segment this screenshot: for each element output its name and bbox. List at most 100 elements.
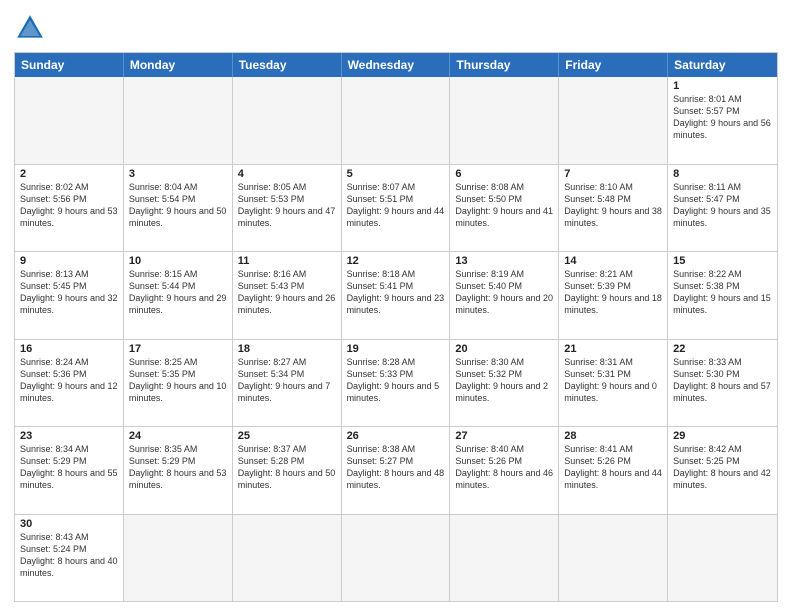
day-number: 25 [238, 430, 336, 442]
calendar-cell-r2-c4: 13Sunrise: 8:19 AM Sunset: 5:40 PM Dayli… [450, 252, 559, 339]
header [14, 12, 778, 44]
day-info: Sunrise: 8:25 AM Sunset: 5:35 PM Dayligh… [129, 356, 227, 405]
day-info: Sunrise: 8:40 AM Sunset: 5:26 PM Dayligh… [455, 443, 553, 492]
calendar-cell-r4-c6: 29Sunrise: 8:42 AM Sunset: 5:25 PM Dayli… [668, 427, 777, 514]
day-number: 10 [129, 255, 227, 267]
calendar-row-5: 30Sunrise: 8:43 AM Sunset: 5:24 PM Dayli… [15, 514, 777, 602]
calendar-cell-r2-c1: 10Sunrise: 8:15 AM Sunset: 5:44 PM Dayli… [124, 252, 233, 339]
weekday-header-friday: Friday [559, 53, 668, 77]
day-info: Sunrise: 8:08 AM Sunset: 5:50 PM Dayligh… [455, 181, 553, 230]
day-info: Sunrise: 8:13 AM Sunset: 5:45 PM Dayligh… [20, 268, 118, 317]
calendar-cell-r5-c1 [124, 515, 233, 602]
day-number: 13 [455, 255, 553, 267]
calendar-row-0: 1Sunrise: 8:01 AM Sunset: 5:57 PM Daylig… [15, 77, 777, 164]
calendar-cell-r4-c4: 27Sunrise: 8:40 AM Sunset: 5:26 PM Dayli… [450, 427, 559, 514]
calendar-cell-r5-c0: 30Sunrise: 8:43 AM Sunset: 5:24 PM Dayli… [15, 515, 124, 602]
calendar-cell-r5-c5 [559, 515, 668, 602]
day-number: 24 [129, 430, 227, 442]
calendar-cell-r4-c0: 23Sunrise: 8:34 AM Sunset: 5:29 PM Dayli… [15, 427, 124, 514]
weekday-header-monday: Monday [124, 53, 233, 77]
calendar-cell-r1-c2: 4Sunrise: 8:05 AM Sunset: 5:53 PM Daylig… [233, 165, 342, 252]
calendar-cell-r1-c4: 6Sunrise: 8:08 AM Sunset: 5:50 PM Daylig… [450, 165, 559, 252]
day-info: Sunrise: 8:35 AM Sunset: 5:29 PM Dayligh… [129, 443, 227, 492]
calendar-cell-r3-c6: 22Sunrise: 8:33 AM Sunset: 5:30 PM Dayli… [668, 340, 777, 427]
day-number: 26 [347, 430, 445, 442]
calendar-cell-r5-c2 [233, 515, 342, 602]
calendar-cell-r4-c3: 26Sunrise: 8:38 AM Sunset: 5:27 PM Dayli… [342, 427, 451, 514]
day-info: Sunrise: 8:31 AM Sunset: 5:31 PM Dayligh… [564, 356, 662, 405]
calendar-row-1: 2Sunrise: 8:02 AM Sunset: 5:56 PM Daylig… [15, 164, 777, 252]
calendar-cell-r1-c0: 2Sunrise: 8:02 AM Sunset: 5:56 PM Daylig… [15, 165, 124, 252]
calendar-cell-r0-c4 [450, 77, 559, 164]
day-number: 5 [347, 168, 445, 180]
calendar-cell-r3-c5: 21Sunrise: 8:31 AM Sunset: 5:31 PM Dayli… [559, 340, 668, 427]
day-number: 17 [129, 343, 227, 355]
day-number: 22 [673, 343, 772, 355]
day-info: Sunrise: 8:11 AM Sunset: 5:47 PM Dayligh… [673, 181, 772, 230]
day-info: Sunrise: 8:07 AM Sunset: 5:51 PM Dayligh… [347, 181, 445, 230]
calendar-cell-r5-c6 [668, 515, 777, 602]
calendar-cell-r1-c5: 7Sunrise: 8:10 AM Sunset: 5:48 PM Daylig… [559, 165, 668, 252]
day-number: 21 [564, 343, 662, 355]
weekday-header-thursday: Thursday [450, 53, 559, 77]
day-number: 4 [238, 168, 336, 180]
calendar-cell-r3-c2: 18Sunrise: 8:27 AM Sunset: 5:34 PM Dayli… [233, 340, 342, 427]
day-info: Sunrise: 8:15 AM Sunset: 5:44 PM Dayligh… [129, 268, 227, 317]
day-number: 12 [347, 255, 445, 267]
day-number: 23 [20, 430, 118, 442]
day-number: 15 [673, 255, 772, 267]
calendar-row-4: 23Sunrise: 8:34 AM Sunset: 5:29 PM Dayli… [15, 426, 777, 514]
day-info: Sunrise: 8:01 AM Sunset: 5:57 PM Dayligh… [673, 93, 772, 142]
calendar-cell-r5-c4 [450, 515, 559, 602]
day-number: 19 [347, 343, 445, 355]
calendar-cell-r1-c1: 3Sunrise: 8:04 AM Sunset: 5:54 PM Daylig… [124, 165, 233, 252]
day-info: Sunrise: 8:27 AM Sunset: 5:34 PM Dayligh… [238, 356, 336, 405]
calendar-cell-r0-c2 [233, 77, 342, 164]
day-info: Sunrise: 8:42 AM Sunset: 5:25 PM Dayligh… [673, 443, 772, 492]
calendar-cell-r3-c3: 19Sunrise: 8:28 AM Sunset: 5:33 PM Dayli… [342, 340, 451, 427]
day-number: 11 [238, 255, 336, 267]
day-info: Sunrise: 8:30 AM Sunset: 5:32 PM Dayligh… [455, 356, 553, 405]
day-info: Sunrise: 8:22 AM Sunset: 5:38 PM Dayligh… [673, 268, 772, 317]
day-number: 7 [564, 168, 662, 180]
day-info: Sunrise: 8:04 AM Sunset: 5:54 PM Dayligh… [129, 181, 227, 230]
calendar-cell-r3-c4: 20Sunrise: 8:30 AM Sunset: 5:32 PM Dayli… [450, 340, 559, 427]
logo-icon [14, 12, 46, 44]
day-info: Sunrise: 8:43 AM Sunset: 5:24 PM Dayligh… [20, 531, 118, 580]
calendar-cell-r2-c3: 12Sunrise: 8:18 AM Sunset: 5:41 PM Dayli… [342, 252, 451, 339]
calendar-cell-r0-c5 [559, 77, 668, 164]
day-info: Sunrise: 8:16 AM Sunset: 5:43 PM Dayligh… [238, 268, 336, 317]
logo [14, 12, 50, 44]
day-info: Sunrise: 8:19 AM Sunset: 5:40 PM Dayligh… [455, 268, 553, 317]
weekday-header-saturday: Saturday [668, 53, 777, 77]
day-info: Sunrise: 8:18 AM Sunset: 5:41 PM Dayligh… [347, 268, 445, 317]
day-number: 18 [238, 343, 336, 355]
calendar-cell-r0-c6: 1Sunrise: 8:01 AM Sunset: 5:57 PM Daylig… [668, 77, 777, 164]
day-number: 3 [129, 168, 227, 180]
weekday-header-sunday: Sunday [15, 53, 124, 77]
calendar-cell-r4-c2: 25Sunrise: 8:37 AM Sunset: 5:28 PM Dayli… [233, 427, 342, 514]
calendar-cell-r4-c5: 28Sunrise: 8:41 AM Sunset: 5:26 PM Dayli… [559, 427, 668, 514]
calendar-cell-r0-c1 [124, 77, 233, 164]
day-info: Sunrise: 8:10 AM Sunset: 5:48 PM Dayligh… [564, 181, 662, 230]
day-info: Sunrise: 8:02 AM Sunset: 5:56 PM Dayligh… [20, 181, 118, 230]
calendar-cell-r2-c5: 14Sunrise: 8:21 AM Sunset: 5:39 PM Dayli… [559, 252, 668, 339]
day-number: 27 [455, 430, 553, 442]
calendar-cell-r3-c0: 16Sunrise: 8:24 AM Sunset: 5:36 PM Dayli… [15, 340, 124, 427]
day-info: Sunrise: 8:37 AM Sunset: 5:28 PM Dayligh… [238, 443, 336, 492]
day-info: Sunrise: 8:05 AM Sunset: 5:53 PM Dayligh… [238, 181, 336, 230]
day-number: 2 [20, 168, 118, 180]
calendar-body: 1Sunrise: 8:01 AM Sunset: 5:57 PM Daylig… [15, 77, 777, 601]
day-number: 20 [455, 343, 553, 355]
day-info: Sunrise: 8:24 AM Sunset: 5:36 PM Dayligh… [20, 356, 118, 405]
calendar-cell-r2-c2: 11Sunrise: 8:16 AM Sunset: 5:43 PM Dayli… [233, 252, 342, 339]
calendar: SundayMondayTuesdayWednesdayThursdayFrid… [14, 52, 778, 602]
calendar-cell-r1-c3: 5Sunrise: 8:07 AM Sunset: 5:51 PM Daylig… [342, 165, 451, 252]
calendar-header-row: SundayMondayTuesdayWednesdayThursdayFrid… [15, 53, 777, 77]
day-number: 14 [564, 255, 662, 267]
calendar-cell-r0-c3 [342, 77, 451, 164]
day-number: 28 [564, 430, 662, 442]
calendar-cell-r3-c1: 17Sunrise: 8:25 AM Sunset: 5:35 PM Dayli… [124, 340, 233, 427]
weekday-header-wednesday: Wednesday [342, 53, 451, 77]
day-number: 9 [20, 255, 118, 267]
